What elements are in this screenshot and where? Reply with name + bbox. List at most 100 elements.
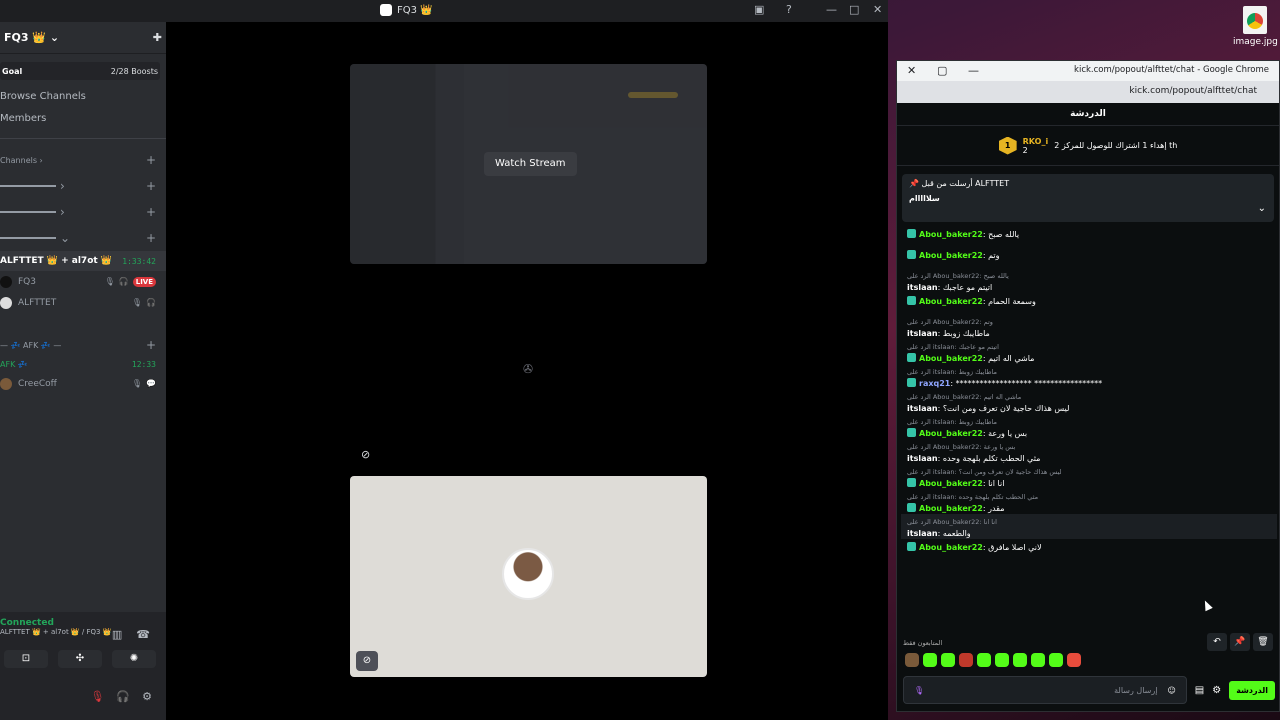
afk-channel[interactable]: AFK 💤 12:33: [0, 355, 166, 373]
gear-icon[interactable]: ⚙: [1212, 685, 1221, 696]
restore-icon[interactable]: ▢: [937, 64, 947, 77]
chat-username[interactable]: Abou_baker22: [919, 251, 983, 260]
minimize-icon[interactable]: —: [968, 64, 979, 77]
channel-category[interactable]: Channels › +: [0, 147, 166, 173]
chevron-down-icon[interactable]: ⌄: [1258, 203, 1266, 214]
soundboard-button[interactable]: ✺: [112, 650, 156, 668]
chat-username[interactable]: Abou_baker22: [919, 479, 983, 488]
gear-icon[interactable]: ⚙: [142, 690, 152, 703]
reply-preview[interactable]: الرد على itslaan: ماطايبك زوبط: [907, 417, 1271, 428]
close-icon[interactable]: ✕: [873, 3, 882, 16]
voice-channel[interactable]: ALFTTET 👑 + al7ot 👑 1:33:42: [0, 251, 166, 271]
desktop-file-icon[interactable]: image.jpg: [1233, 6, 1278, 47]
server-header[interactable]: FQ3 👑 ⌄ ✚: [0, 22, 166, 54]
chat-message[interactable]: Abou_baker22: وسمعة الحمام: [907, 293, 1271, 314]
chat-message[interactable]: Abou_baker22: يالله صبح: [907, 226, 1271, 247]
add-channel-icon[interactable]: +: [146, 153, 156, 167]
reply-preview[interactable]: الرد على Abou_baker22: بس يا ورعة: [907, 442, 1271, 453]
reply-preview[interactable]: الرد على itslaan: ماطايبك زوبط: [907, 367, 1271, 378]
chat-username[interactable]: itslaan: [907, 454, 938, 463]
chat-message[interactable]: Abou_baker22: لاني اصلا مافرق: [907, 539, 1271, 560]
reply-preview[interactable]: الرد على Abou_baker22: انا انا: [907, 517, 1277, 528]
inbox-icon[interactable]: ▣: [754, 3, 764, 16]
boost-goal[interactable]: Goal 2/28 Boosts: [0, 62, 160, 80]
emoji-icon[interactable]: ☺: [1167, 686, 1175, 695]
emote-icon[interactable]: [941, 653, 955, 667]
chat-message[interactable]: الرد على itslaan: اتيتم مو عاجبك Abou_bak…: [907, 339, 1271, 364]
chat-message[interactable]: الرد على Abou_baker22: بس يا ورعة itslaan…: [907, 439, 1271, 464]
chat-username[interactable]: Abou_baker22: [919, 230, 983, 239]
add-icon[interactable]: +: [146, 231, 156, 245]
reply-preview[interactable]: الرد على itslaan: ليس هذاك حاجية لان تعر…: [907, 467, 1271, 478]
mic-muted-icon[interactable]: 🎙: [90, 690, 104, 703]
chat-username[interactable]: itslaan: [907, 329, 938, 338]
headset-muted-icon[interactable]: 🎧: [116, 690, 130, 703]
send-chat-button[interactable]: الدردشة: [1229, 680, 1275, 700]
chat-message[interactable]: الرد على Abou_baker22: يالله صبح itslaan:…: [907, 268, 1271, 293]
chat-username[interactable]: Abou_baker22: [919, 543, 983, 552]
pin-icon[interactable]: 📌: [1230, 633, 1250, 651]
afk-category[interactable]: — 💤 AFK 💤 — +: [0, 335, 166, 355]
chat-message[interactable]: Abou_baker22: وتم: [907, 247, 1271, 268]
chat-message[interactable]: الرد على itslaan: ماطايبك زوبط Abou_baker…: [907, 414, 1271, 439]
chat-message[interactable]: الرد على itslaan: مثي الحطب تكلم بلهجة و…: [907, 489, 1271, 514]
channel-row[interactable]: › +: [0, 173, 166, 199]
help-icon[interactable]: ?: [786, 3, 792, 16]
reply-preview[interactable]: الرد على itslaan: مثي الحطب تكلم بلهجة و…: [907, 492, 1271, 503]
reply-preview[interactable]: الرد على itslaan: اتيتم مو عاجبك: [907, 342, 1271, 353]
add-icon[interactable]: +: [146, 338, 156, 352]
emote-icon[interactable]: [959, 653, 973, 667]
screen-share-button[interactable]: ⊡: [4, 650, 48, 668]
chat-message[interactable]: الرد على Abou_baker22: انا انا itslaan: و…: [901, 514, 1277, 539]
add-icon[interactable]: +: [146, 205, 156, 219]
chat-username[interactable]: raxq21: [919, 379, 950, 388]
signal-icon[interactable]: ▥: [112, 628, 122, 641]
browse-channels[interactable]: Browse Channels: [0, 86, 166, 108]
voice-user[interactable]: ALFTTET 🎙 🎧: [0, 292, 166, 313]
voice-user[interactable]: FQ3 🎙 🎧 LIVE: [0, 271, 166, 292]
close-icon[interactable]: ✕: [907, 64, 916, 77]
chat-message[interactable]: الرد على Abou_baker22: وتم itslaan: ماطاي…: [907, 314, 1271, 339]
mic-icon[interactable]: 🎙: [914, 686, 924, 695]
watch-stream-button[interactable]: Watch Stream: [484, 152, 577, 176]
disconnect-icon[interactable]: ☎: [136, 628, 150, 641]
chat-message[interactable]: الرد على itslaan: ليس هذاك حاجية لان تعر…: [907, 464, 1271, 489]
activities-button[interactable]: ✣: [58, 650, 102, 668]
store-icon[interactable]: ▤: [1195, 685, 1204, 696]
chat-message[interactable]: الرد على itslaan: ماطايبك زوبط raxq21: **…: [907, 364, 1271, 389]
emote-icon[interactable]: [1031, 653, 1045, 667]
chat-username[interactable]: itslaan: [907, 529, 938, 538]
reply-preview[interactable]: الرد على Abou_baker22: وتم: [907, 317, 1271, 328]
chat-input[interactable]: 🎙 إرسال رسالة ☺: [903, 676, 1187, 704]
chat-username[interactable]: Abou_baker22: [919, 354, 983, 363]
reply-icon[interactable]: ↶: [1207, 633, 1227, 651]
chat-message[interactable]: الرد على Abou_baker22: ماشي اله اتيم itsl…: [907, 389, 1271, 414]
afk-user[interactable]: CreeCoff 🎙 💬: [0, 373, 166, 394]
minimize-icon[interactable]: —: [826, 3, 837, 16]
add-icon[interactable]: +: [146, 179, 156, 193]
maximize-icon[interactable]: □: [849, 3, 859, 16]
chat-username[interactable]: Abou_baker22: [919, 504, 983, 513]
chat-username[interactable]: Abou_baker22: [919, 429, 983, 438]
reply-preview[interactable]: الرد على Abou_baker22: ماشي اله اتيم: [907, 392, 1271, 403]
emote-icon[interactable]: [1049, 653, 1063, 667]
pinned-message[interactable]: 📌 أرسلت من قبل ALFTTET سلااااام ⌄: [902, 174, 1274, 222]
address-bar[interactable]: kick.com/popout/alfttet/chat: [897, 81, 1279, 103]
chat-username[interactable]: itslaan: [907, 283, 938, 292]
chat-username[interactable]: itslaan: [907, 404, 938, 413]
invite-icon[interactable]: ✚: [153, 31, 162, 44]
reply-preview[interactable]: الرد على Abou_baker22: يالله صبح: [907, 271, 1271, 282]
emote-icon[interactable]: [995, 653, 1009, 667]
members[interactable]: Members: [0, 108, 166, 130]
emote-icon[interactable]: [1013, 653, 1027, 667]
stream-tile[interactable]: Watch Stream: [350, 64, 707, 264]
emote-icon[interactable]: [923, 653, 937, 667]
emote-icon[interactable]: [1067, 653, 1081, 667]
delete-icon[interactable]: 🗑: [1253, 633, 1273, 651]
channel-row[interactable]: ⌄ +: [0, 225, 166, 251]
channel-row[interactable]: › +: [0, 199, 166, 225]
chat-username[interactable]: Abou_baker22: [919, 297, 983, 306]
emote-icon[interactable]: [977, 653, 991, 667]
user-video-tile[interactable]: ⊘: [350, 476, 707, 677]
emote-icon[interactable]: [905, 653, 919, 667]
